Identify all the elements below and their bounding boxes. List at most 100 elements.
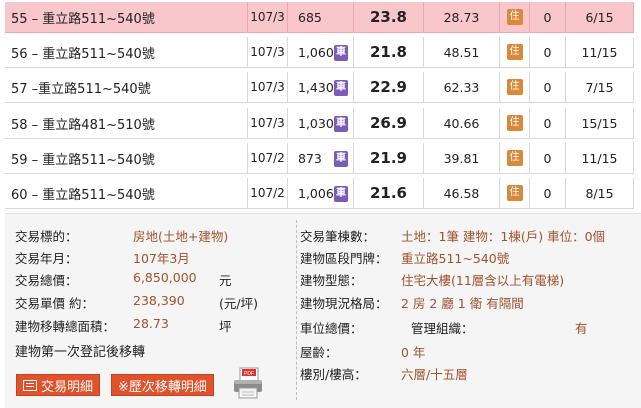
layout-value: 2 房 2 廳 1 衛 有隔間: [401, 296, 524, 311]
floor-text: 6/15: [585, 9, 614, 25]
price-text: 685: [298, 9, 322, 25]
type-cell: 住: [500, 178, 530, 209]
date-text: 107/3: [250, 80, 285, 94]
date-cell: 107/3: [248, 2, 288, 33]
address-cell: 56 – 重立路511~540號: [5, 37, 248, 68]
transfer-note: 建物第一次登記後移轉: [15, 345, 146, 360]
total-price-value: 6,850,000: [133, 270, 197, 285]
transfer-history-label: ※歷次移轉明細: [118, 379, 207, 395]
area-cell: 39.81: [424, 143, 500, 174]
date-text: 107/2: [250, 186, 285, 200]
detail-panel: 交易標的： 房地(土地+建物) 交易年月： 107年3月 交易總價： 6,850…: [5, 213, 641, 408]
floor-cell: 8/15: [566, 178, 634, 209]
parking-text: 0: [543, 9, 552, 25]
date-cell: 107/3: [248, 37, 288, 68]
parking-cell: 0: [530, 2, 566, 33]
unit-price-cell: 22.9: [354, 72, 424, 103]
address-text: 60 – 重立路511~540號: [11, 187, 155, 203]
transaction-detail-button[interactable]: 交易明細: [16, 374, 101, 396]
unit-price-cell: 21.8: [354, 37, 424, 68]
management-label: 管理組織：: [411, 321, 474, 336]
floor-cell: 11/15: [566, 37, 634, 68]
price-text: 1,060: [298, 44, 334, 60]
price-text: 1,030: [298, 115, 334, 131]
type-cell: 住: [500, 37, 530, 68]
type-cell: 住: [500, 72, 530, 103]
residential-icon: 住: [506, 185, 523, 201]
area-cell: 48.51: [424, 37, 500, 68]
building-type-value: 住宅大樓(11層含以上有電梯): [401, 273, 565, 288]
target-value: 房地(土地+建物): [133, 229, 229, 244]
unit-price-text: 21.6: [369, 184, 407, 202]
floor-text: 11/15: [581, 44, 618, 60]
price-cell: 1,006 車: [288, 178, 354, 209]
address-text: 57 –重立路511~540號: [11, 81, 151, 97]
price-cell: 873 車: [288, 143, 354, 174]
year-month-value: 107年3月: [133, 251, 190, 266]
area-text: 46.58: [443, 185, 480, 201]
parking-text: 0: [543, 44, 552, 60]
area-text: 40.66: [443, 115, 480, 131]
table-row[interactable]: 59 – 重立路511~540號 107/2 873 車 21.9 39.81 住 0 11/1…: [0, 143, 641, 176]
table-row[interactable]: 57 –重立路511~540號 107/3 1,430 車 22.9 62.33 住 0 7/1…: [0, 72, 641, 105]
floor-text: 15/15: [581, 115, 618, 131]
count-value: 土地：1筆 建物：1棟(戶) 車位：0個: [401, 229, 606, 244]
date-cell: 107/2: [248, 143, 288, 174]
date-cell: 107/3: [248, 72, 288, 103]
residential-icon: 住: [506, 115, 523, 131]
address-text: 58 – 重立路481~510號: [11, 117, 155, 133]
address-text: 59 – 重立路511~540號: [11, 152, 155, 168]
floor-text: 7/15: [585, 79, 614, 95]
list-icon: [23, 379, 37, 391]
pdf-printer-icon[interactable]: PDF: [232, 366, 264, 400]
layout-label: 建物現況格局：: [300, 296, 388, 311]
floor-label: 樓別/樓高：: [300, 367, 367, 382]
price-text: 873: [298, 150, 322, 166]
table-row[interactable]: 58 – 重立路481~510號 107/3 1,030 車 26.9 40.66 住 0 15…: [0, 108, 641, 141]
panel-divider: [296, 220, 297, 400]
parking-text: 0: [543, 79, 552, 95]
building-type-label: 建物型態：: [300, 273, 363, 288]
parking-text: 0: [543, 185, 552, 201]
target-label: 交易標的：: [15, 229, 78, 244]
area-cell: 28.73: [424, 2, 500, 33]
car-parking-icon: 車: [334, 80, 348, 96]
date-cell: 107/3: [248, 108, 288, 139]
price-cell: 1,030 車: [288, 108, 354, 139]
car-parking-icon: 車: [334, 45, 348, 61]
address-text: 56 – 重立路511~540號: [11, 46, 155, 62]
address-cell: 58 – 重立路481~510號: [5, 108, 248, 139]
area-label: 建物移轉總面積：: [15, 319, 116, 334]
address-cell: 57 –重立路511~540號: [5, 72, 248, 103]
price-text: 1,006: [298, 185, 334, 201]
unit-price-unit: (元/坪): [219, 296, 258, 311]
type-cell: 住: [500, 108, 530, 139]
residential-icon: 住: [506, 9, 523, 25]
floor-cell: 15/15: [566, 108, 634, 139]
date-text: 107/3: [250, 45, 285, 59]
total-price-label: 交易總價：: [15, 273, 78, 288]
car-parking-icon: 車: [334, 116, 348, 132]
transfer-history-button[interactable]: ※歷次移轉明細: [111, 374, 214, 396]
unit-price-text: 26.9: [369, 114, 407, 132]
table-row[interactable]: 55 – 重立路511~540號 107/3 685 23.8 28.73 住 0 6/15: [0, 2, 641, 35]
parking-price-label: 車位總價：: [300, 321, 363, 336]
door-value: 重立路511~540號: [401, 251, 510, 266]
count-label: 交易筆棟數：: [300, 229, 376, 244]
parking-text: 0: [543, 115, 552, 131]
type-cell: 住: [500, 143, 530, 174]
date-text: 107/3: [250, 116, 285, 130]
table-row[interactable]: 56 – 重立路511~540號 107/3 1,060 車 21.8 48.51 住 0 11…: [0, 37, 641, 70]
total-price-unit: 元: [219, 273, 232, 288]
date-text: 107/3: [250, 10, 285, 24]
unit-price-cell: 21.6: [354, 178, 424, 209]
parking-cell: 0: [530, 143, 566, 174]
address-cell: 59 – 重立路511~540號: [5, 143, 248, 174]
age-label: 屋齡：: [300, 345, 338, 360]
floor-cell: 6/15: [566, 2, 634, 33]
floor-text: 8/15: [585, 185, 614, 201]
price-cell: 685: [288, 2, 354, 33]
parking-cell: 0: [530, 72, 566, 103]
car-parking-icon: 車: [334, 151, 348, 167]
table-row[interactable]: 60 – 重立路511~540號 107/2 1,006 車 21.6 46.58 住 0 8/…: [0, 178, 641, 211]
